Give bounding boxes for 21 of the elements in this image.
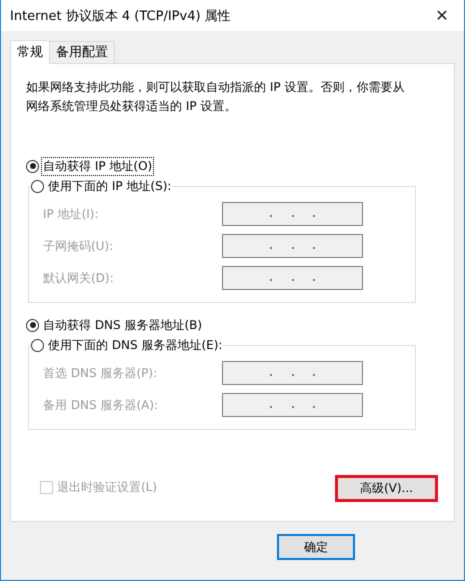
- radio-label[interactable]: 自动获得 DNS 服务器地址(B): [42, 316, 204, 334]
- radio-label[interactable]: 使用下面的 DNS 服务器地址(E):: [47, 336, 224, 354]
- radio-button[interactable]: [31, 338, 44, 352]
- radio-label[interactable]: 自动获得 IP 地址(O): [42, 158, 154, 174]
- tab[interactable]: 备用配置: [49, 41, 115, 64]
- field-label: 默认网关(D):: [43, 270, 114, 286]
- close-button[interactable]: ✕: [420, 6, 464, 25]
- field-label: 首选 DNS 服务器(P):: [43, 364, 158, 382]
- tab[interactable]: 常规: [10, 40, 50, 64]
- advanced-button[interactable]: 高级(V)...: [335, 475, 438, 502]
- ok-button[interactable]: 确定: [277, 534, 355, 560]
- field-label: 备用 DNS 服务器(A):: [43, 396, 158, 414]
- window-title: Internet 协议版本 4 (TCP/IPv4) 属性: [10, 8, 231, 24]
- radio-button[interactable]: [26, 160, 39, 172]
- field-label: IP 地址(I):: [43, 206, 99, 222]
- checkbox-label: 退出时验证设置(L): [57, 479, 158, 496]
- description-text: 如果网络支持此功能，则可以获取自动指派的 IP 设置。否则，你需要从网络系统管理员处获得适当的 IP 设置。: [26, 79, 406, 115]
- radio-label[interactable]: 使用下面的 IP 地址(S):: [47, 178, 172, 194]
- field-label: 子网掩码(U):: [43, 238, 114, 254]
- radio-button[interactable]: [31, 180, 44, 192]
- radio-button[interactable]: [26, 318, 39, 332]
